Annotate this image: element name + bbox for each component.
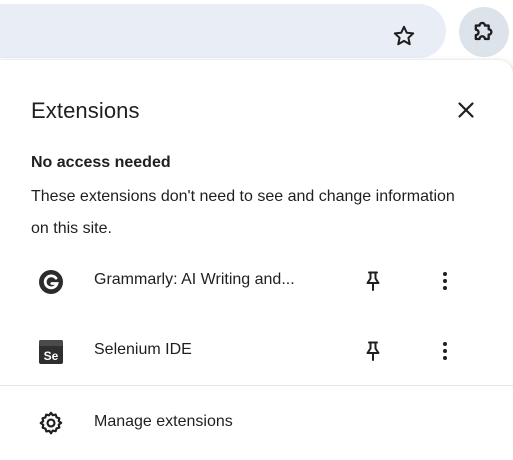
gear-icon bbox=[36, 408, 66, 438]
extensions-popup: Extensions No access needed These extens… bbox=[0, 60, 513, 460]
address-bar[interactable] bbox=[0, 4, 446, 58]
section-description: These extensions don't need to see and c… bbox=[31, 188, 455, 237]
manage-extensions-label: Manage extensions bbox=[94, 413, 233, 430]
bookmark-star-button[interactable] bbox=[386, 18, 422, 54]
extension-row-selenium[interactable]: Se Selenium IDE bbox=[0, 321, 513, 381]
more-vert-icon bbox=[443, 272, 447, 290]
extension-row-grammarly[interactable]: Grammarly: AI Writing and... bbox=[0, 251, 513, 311]
pin-icon bbox=[366, 341, 380, 361]
selenium-ide-icon: Se bbox=[36, 337, 66, 367]
more-vert-icon bbox=[443, 342, 447, 360]
browser-toolbar bbox=[0, 0, 513, 62]
pin-icon bbox=[366, 271, 380, 291]
pin-button[interactable] bbox=[356, 264, 390, 298]
close-button[interactable] bbox=[448, 92, 484, 128]
extensions-button[interactable] bbox=[459, 7, 509, 57]
popup-title: Extensions bbox=[31, 98, 140, 123]
pin-button[interactable] bbox=[356, 334, 390, 368]
star-outline-icon bbox=[393, 25, 415, 46]
selenium-icon-text: Se bbox=[44, 349, 59, 363]
more-options-button[interactable] bbox=[428, 334, 462, 368]
manage-extensions-button[interactable]: Manage extensions bbox=[0, 397, 513, 447]
section-heading: No access needed bbox=[31, 154, 171, 171]
divider bbox=[0, 385, 513, 386]
close-icon bbox=[458, 102, 474, 118]
grammarly-icon bbox=[36, 267, 66, 297]
extension-name: Grammarly: AI Writing and... bbox=[94, 271, 295, 288]
puzzle-piece-icon bbox=[474, 21, 493, 41]
extension-name: Selenium IDE bbox=[94, 341, 192, 358]
more-options-button[interactable] bbox=[428, 264, 462, 298]
